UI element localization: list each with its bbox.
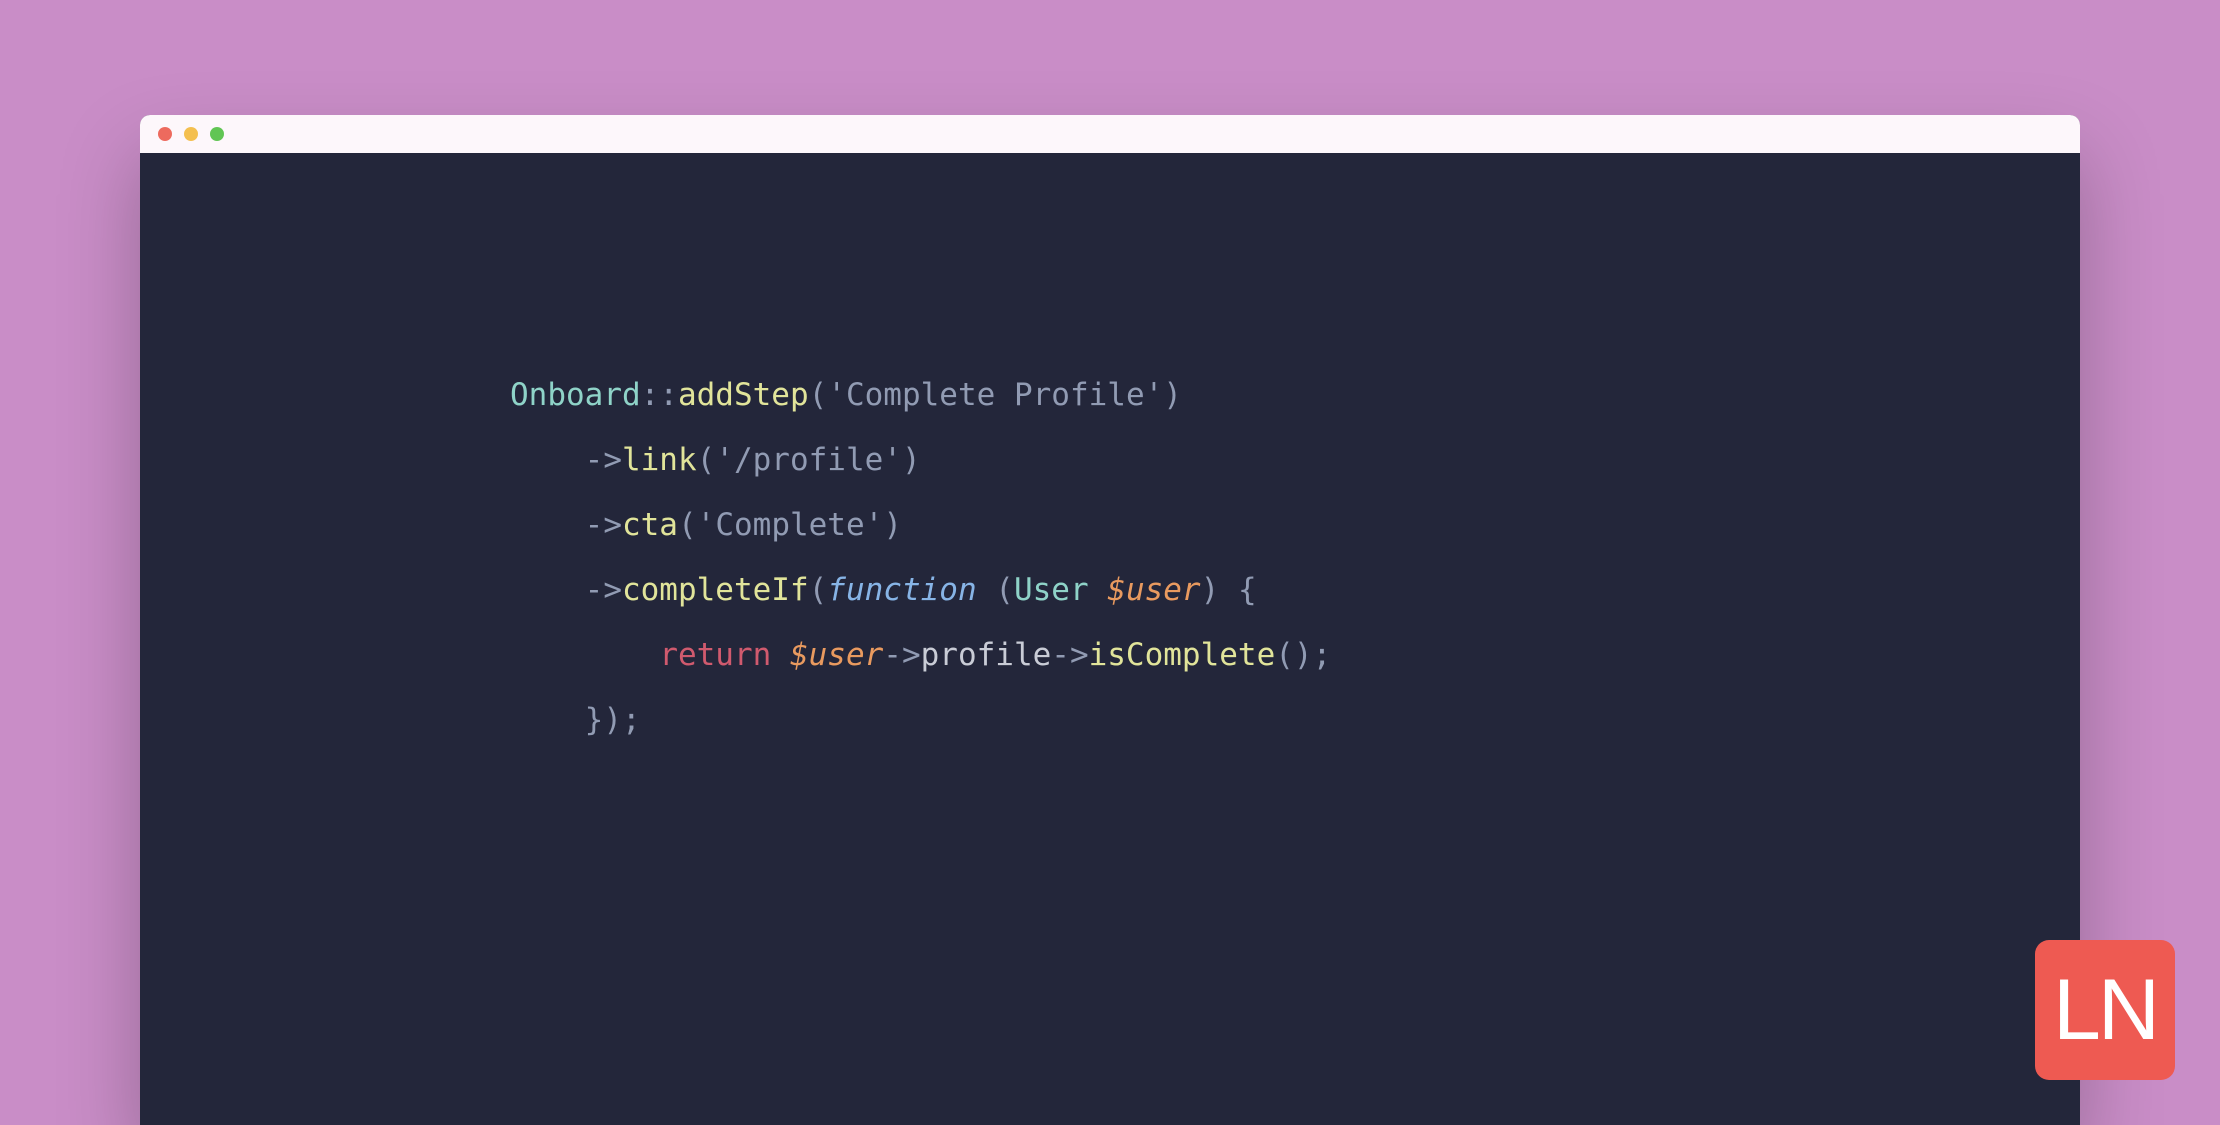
token-paren: (	[809, 572, 828, 608]
token-string: /profile	[734, 442, 883, 478]
token-quote: '	[827, 377, 846, 413]
token-quote: '	[1145, 377, 1164, 413]
token-call: isComplete	[1089, 637, 1276, 673]
token-space	[1089, 572, 1108, 608]
token-quote: '	[865, 507, 884, 543]
token-class: Onboard	[510, 377, 641, 413]
token-semi: ;	[622, 702, 641, 738]
token-indent	[510, 572, 585, 608]
token-quote: '	[883, 442, 902, 478]
code-line: ->link('/profile')	[510, 442, 921, 478]
token-indent	[510, 702, 585, 738]
token-arrow: ->	[585, 442, 622, 478]
token-brace: }	[585, 702, 604, 738]
token-return: return	[659, 637, 771, 673]
code-line: return $user->profile->isComplete();	[510, 637, 1331, 673]
token-method: completeIf	[622, 572, 809, 608]
code-block: Onboard::addStep('Complete Profile') ->l…	[140, 153, 2080, 754]
token-variable: $user	[790, 637, 883, 673]
token-space	[977, 572, 996, 608]
token-space	[1219, 572, 1238, 608]
token-arrow: ->	[585, 507, 622, 543]
maximize-icon[interactable]	[210, 127, 224, 141]
token-paren: )	[1163, 377, 1182, 413]
token-indent	[510, 637, 659, 673]
token-paren: (	[809, 377, 828, 413]
token-paren: )	[1294, 637, 1313, 673]
token-method: link	[622, 442, 697, 478]
brand-logo-text: LN	[2053, 967, 2157, 1053]
token-brace: {	[1238, 572, 1257, 608]
token-string: Complete Profile	[846, 377, 1145, 413]
token-string: Complete	[715, 507, 864, 543]
token-method: cta	[622, 507, 678, 543]
code-line: ->completeIf(function (User $user) {	[510, 572, 1257, 608]
token-quote: '	[697, 507, 716, 543]
token-property: profile	[921, 637, 1052, 673]
token-type: User	[1014, 572, 1089, 608]
code-line: });	[510, 702, 641, 738]
token-paren: (	[995, 572, 1014, 608]
token-paren: )	[603, 702, 622, 738]
token-paren: (	[1275, 637, 1294, 673]
token-paren: )	[902, 442, 921, 478]
token-quote: '	[715, 442, 734, 478]
close-icon[interactable]	[158, 127, 172, 141]
code-line: ->cta('Complete')	[510, 507, 902, 543]
code-line: Onboard::addStep('Complete Profile')	[510, 377, 1182, 413]
token-arrow: ->	[883, 637, 920, 673]
brand-logo: LN	[2035, 940, 2175, 1080]
token-operator: ::	[641, 377, 678, 413]
token-space	[771, 637, 790, 673]
token-semi: ;	[1313, 637, 1332, 673]
token-keyword: function	[827, 572, 976, 608]
minimize-icon[interactable]	[184, 127, 198, 141]
token-paren: )	[1201, 572, 1220, 608]
token-variable: $user	[1107, 572, 1200, 608]
window-titlebar	[140, 115, 2080, 153]
editor-window: Onboard::addStep('Complete Profile') ->l…	[140, 115, 2080, 1125]
token-arrow: ->	[1051, 637, 1088, 673]
token-arrow: ->	[585, 572, 622, 608]
token-indent	[510, 442, 585, 478]
token-paren: )	[883, 507, 902, 543]
token-paren: (	[678, 507, 697, 543]
token-indent	[510, 507, 585, 543]
token-method: addStep	[678, 377, 809, 413]
token-paren: (	[697, 442, 716, 478]
